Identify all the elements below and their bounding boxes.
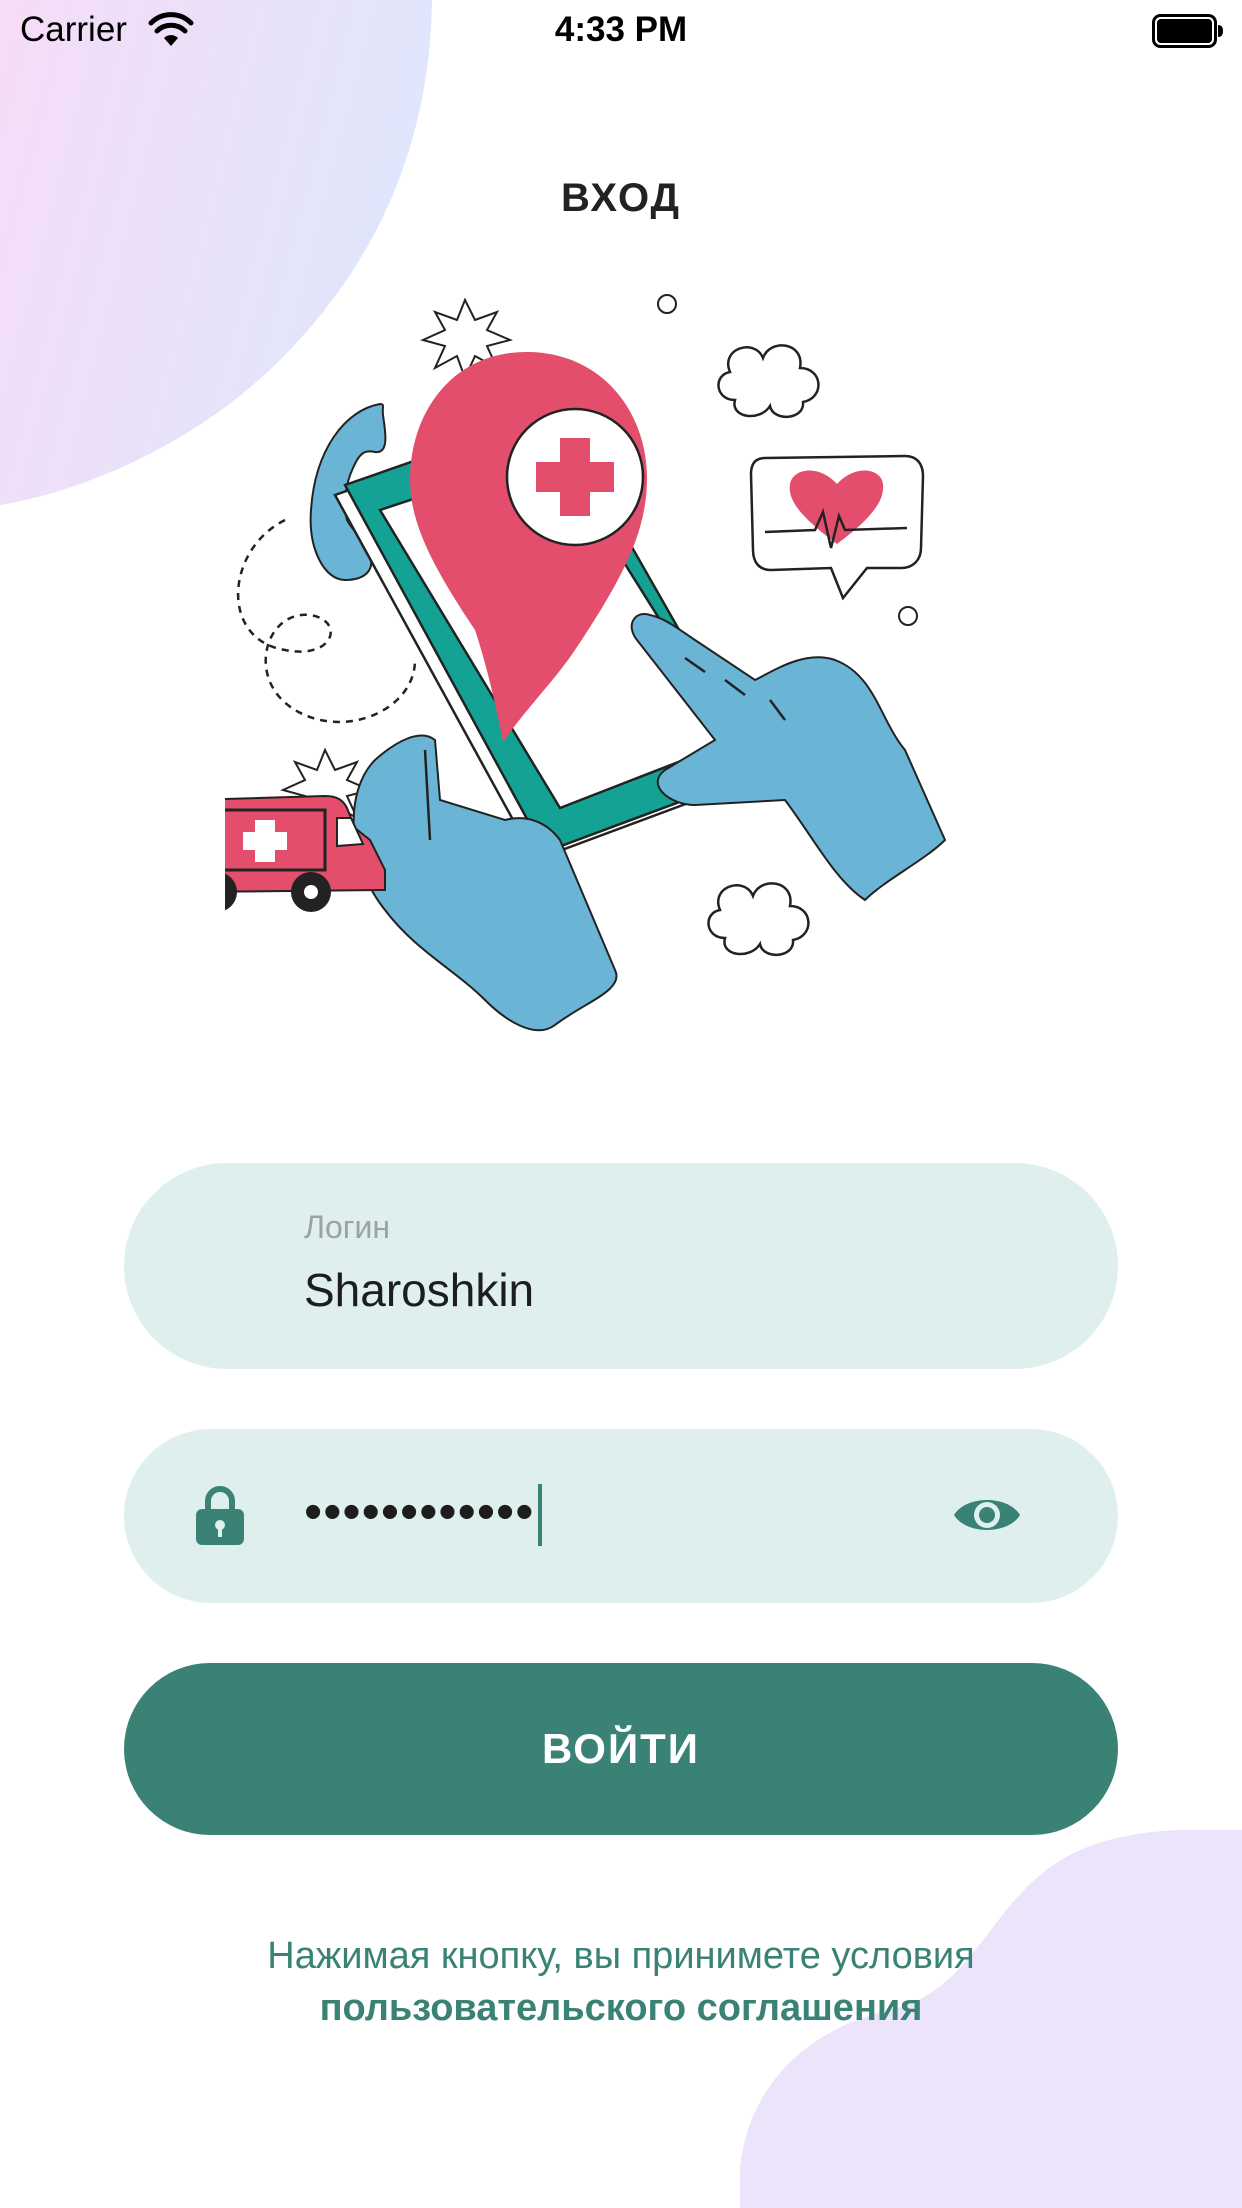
status-time: 4:33 PM — [554, 10, 688, 49]
login-label: Логин — [304, 1209, 391, 1245]
user-agreement-link[interactable]: пользовательского соглашения — [0, 1982, 1242, 2034]
login-field[interactable]: Логин Sharoshkin — [124, 1163, 1118, 1369]
login-input[interactable]: Sharoshkin — [304, 1263, 534, 1317]
page-title: ВХОД — [560, 176, 682, 220]
battery-icon — [1152, 14, 1223, 48]
password-input[interactable]: •••••••••••• — [304, 1477, 543, 1547]
medical-app-illustration — [225, 294, 947, 1032]
agreement-text: Нажимая кнопку, вы принимете условия — [267, 1935, 975, 1977]
login-button-label: ВОЙТИ — [542, 1725, 700, 1772]
login-button[interactable]: ВОЙТИ — [124, 1663, 1118, 1835]
password-mask: •••••••••••• — [304, 1483, 535, 1541]
status-bar: Carrier 4:33 PM — [0, 0, 1242, 60]
password-field[interactable]: •••••••••••• — [124, 1429, 1118, 1603]
agreement-notice: Нажимая кнопку, вы принимете условия пол… — [0, 1930, 1242, 2034]
text-cursor — [538, 1484, 543, 1547]
eye-icon[interactable] — [952, 1487, 1022, 1543]
lock-icon — [196, 1486, 244, 1545]
